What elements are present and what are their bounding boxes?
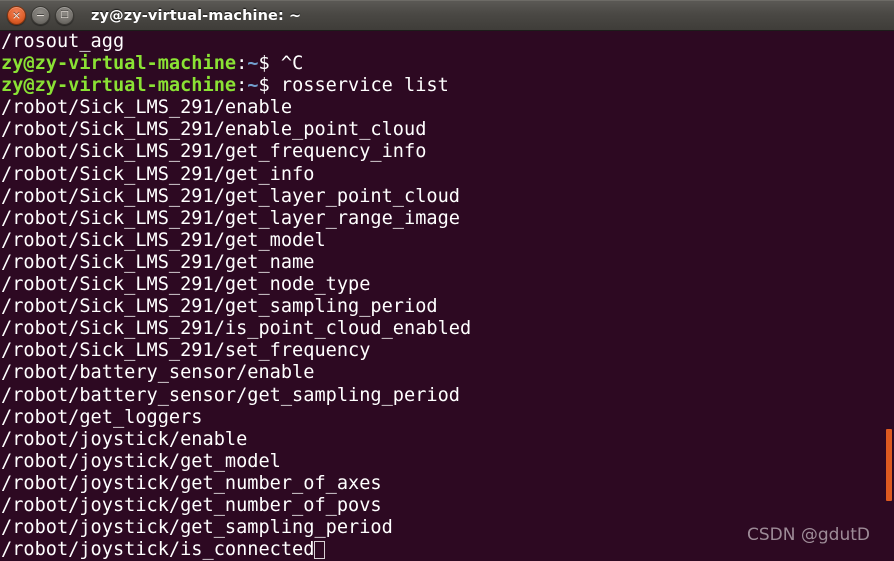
terminal-body[interactable]: /rosout_agg zy@zy-virtual-machine:~$ ^C zy… [0, 31, 894, 561]
terminal-output-text: /robot/Sick_LMS_291/get_model [1, 229, 326, 251]
prompt-path: ~ [247, 75, 259, 97]
terminal-cursor [314, 541, 326, 560]
terminal-output-text: /robot/joystick/get_number_of_axes [1, 472, 382, 494]
window-titlebar[interactable]: × − □ zy@zy-virtual-machine: ~ [0, 0, 894, 31]
terminal-output-line: /robot/battery_sensor/enable [1, 362, 894, 384]
close-icon: × [11, 9, 22, 22]
terminal-output-line: /robot/Sick_LMS_291/set_frequency [1, 340, 894, 362]
terminal-output-line: /robot/battery_sensor/get_sampling_perio… [1, 385, 894, 407]
terminal-output-line: /robot/joystick/enable [1, 429, 894, 451]
terminal-output-text: /robot/joystick/enable [1, 428, 248, 450]
terminal-command: ^C [280, 53, 304, 75]
terminal-output-line: /robot/joystick/get_number_of_povs [1, 495, 894, 517]
terminal-output-line: /robot/Sick_LMS_291/get_name [1, 252, 894, 274]
minimize-icon: − [35, 9, 46, 22]
terminal-output-line: /robot/Sick_LMS_291/get_sampling_period [1, 296, 894, 318]
terminal-output-text: /robot/Sick_LMS_291/is_point_cloud_enabl… [1, 318, 472, 340]
prompt-separator: : [236, 53, 248, 75]
terminal-output-line: /robot/Sick_LMS_291/get_layer_point_clou… [1, 186, 894, 208]
terminal-output-text: /robot/Sick_LMS_291/get_node_type [1, 274, 371, 296]
terminal-scrollbar[interactable] [884, 31, 894, 561]
terminal-output-text: /robot/joystick/get_sampling_period [1, 517, 393, 539]
terminal-output-text: /rosout_agg [1, 31, 125, 52]
prompt-user-host: zy@zy-virtual-machine [1, 53, 237, 75]
terminal-output-text: /robot/joystick/get_model [1, 450, 281, 472]
prompt-separator: : [236, 75, 248, 97]
terminal-output-line: /robot/Sick_LMS_291/enable [1, 97, 894, 119]
terminal-output-line: /robot/Sick_LMS_291/is_point_cloud_enabl… [1, 318, 894, 340]
minimize-button[interactable]: − [31, 6, 50, 25]
close-button[interactable]: × [7, 6, 26, 25]
terminal-output-text: /robot/joystick/get_number_of_povs [1, 494, 382, 516]
terminal-window: × − □ zy@zy-virtual-machine: ~ /rosout_a… [0, 0, 894, 561]
terminal-output-text: /robot/Sick_LMS_291/get_layer_range_imag… [1, 207, 460, 229]
terminal-output-line: /rosout_agg [1, 31, 894, 53]
terminal-output-line: /robot/Sick_LMS_291/enable_point_cloud [1, 119, 894, 141]
terminal-output-text: /robot/battery_sensor/get_sampling_perio… [1, 384, 460, 406]
terminal-prompt-line: zy@zy-virtual-machine:~$ ^C [1, 53, 894, 75]
terminal-output-line: /robot/get_loggers [1, 407, 894, 429]
terminal-output-line: /robot/joystick/get_number_of_axes [1, 473, 894, 495]
window-title: zy@zy-virtual-machine: ~ [91, 7, 302, 24]
terminal-output-text: /robot/Sick_LMS_291/enable_point_cloud [1, 119, 427, 141]
prompt-symbol: $ [258, 53, 281, 75]
terminal-output-text: /robot/get_loggers [1, 406, 203, 428]
terminal-prompt-line: zy@zy-virtual-machine:~$ rosservice list [1, 75, 894, 97]
terminal-output-line: /robot/joystick/get_model [1, 451, 894, 473]
terminal-output-text: /robot/Sick_LMS_291/get_sampling_period [1, 296, 438, 318]
terminal-output-line: /robot/Sick_LMS_291/get_layer_range_imag… [1, 208, 894, 230]
terminal-output-line: /robot/Sick_LMS_291/get_node_type [1, 274, 894, 296]
maximize-icon: □ [60, 10, 69, 20]
terminal-output-line: /robot/Sick_LMS_291/get_model [1, 230, 894, 252]
maximize-button[interactable]: □ [55, 6, 74, 25]
terminal-output-text: /robot/Sick_LMS_291/set_frequency [1, 340, 371, 362]
prompt-user-host: zy@zy-virtual-machine [1, 75, 237, 97]
terminal-output-text: /robot/battery_sensor/enable [1, 362, 315, 384]
terminal-output-text: /robot/Sick_LMS_291/get_info [1, 163, 315, 185]
terminal-output-text: /robot/Sick_LMS_291/get_frequency_info [1, 141, 427, 163]
terminal-output-text: /robot/Sick_LMS_291/enable [1, 97, 293, 119]
terminal-output-text: /robot/Sick_LMS_291/get_name [1, 251, 315, 273]
terminal-output-text: /robot/Sick_LMS_291/get_layer_point_clou… [1, 185, 460, 207]
terminal-command: rosservice list [280, 75, 449, 97]
terminal-output-text: /robot/joystick/is_connected [1, 539, 315, 561]
scrollbar-thumb[interactable] [886, 429, 892, 501]
terminal-screen[interactable]: /rosout_agg zy@zy-virtual-machine:~$ ^C zy… [1, 31, 894, 561]
terminal-output-line: /robot/Sick_LMS_291/get_frequency_info [1, 141, 894, 163]
terminal-output-line: /robot/Sick_LMS_291/get_info [1, 164, 894, 186]
prompt-path: ~ [247, 53, 259, 75]
watermark-label: CSDN @gdutD [747, 525, 870, 545]
prompt-symbol: $ [258, 75, 281, 97]
